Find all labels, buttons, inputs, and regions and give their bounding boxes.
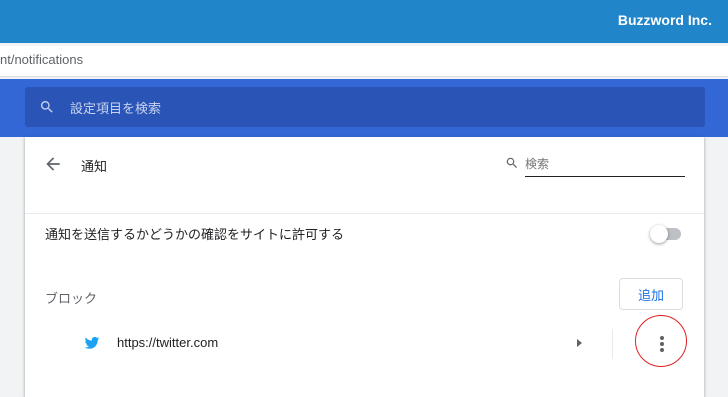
- row-divider: [612, 329, 613, 359]
- site-url[interactable]: https://twitter.com: [117, 335, 218, 350]
- settings-search-box[interactable]: 設定項目を検索: [25, 87, 705, 127]
- settings-header: 設定項目を検索: [0, 79, 728, 137]
- address-bar[interactable]: nt/notifications: [0, 46, 728, 77]
- toggle-knob: [650, 225, 668, 243]
- ask-before-sending-label: 通知を送信するかどうかの確認をサイトに許可する: [45, 228, 345, 243]
- brand-bar: Buzzword Inc.: [0, 0, 728, 43]
- add-button[interactable]: 追加: [619, 278, 683, 310]
- local-search: [505, 152, 685, 177]
- block-heading: ブロック: [45, 292, 98, 307]
- site-row[interactable]: https://twitter.com: [25, 315, 704, 367]
- arrow-right-icon[interactable]: [573, 337, 585, 349]
- search-input[interactable]: [525, 152, 685, 177]
- settings-search-placeholder[interactable]: 設定項目を検索: [70, 98, 161, 117]
- url-text[interactable]: nt/notifications: [0, 52, 83, 67]
- ask-before-sending-row: 通知を送信するかどうかの確認をサイトに許可する: [25, 213, 704, 254]
- twitter-icon: [84, 336, 100, 349]
- search-icon: [40, 101, 53, 113]
- more-actions-icon[interactable]: [649, 331, 675, 357]
- brand-name: Buzzword Inc.: [617, 12, 712, 28]
- search-icon: [506, 157, 517, 168]
- page-title: 通知: [81, 160, 108, 175]
- ask-before-sending-toggle[interactable]: [650, 224, 684, 244]
- arrow-back-icon[interactable]: [43, 154, 63, 174]
- notifications-card: 通知 通知を送信するかどうかの確認をサイトに許可する ブロック 追加 https…: [25, 137, 704, 397]
